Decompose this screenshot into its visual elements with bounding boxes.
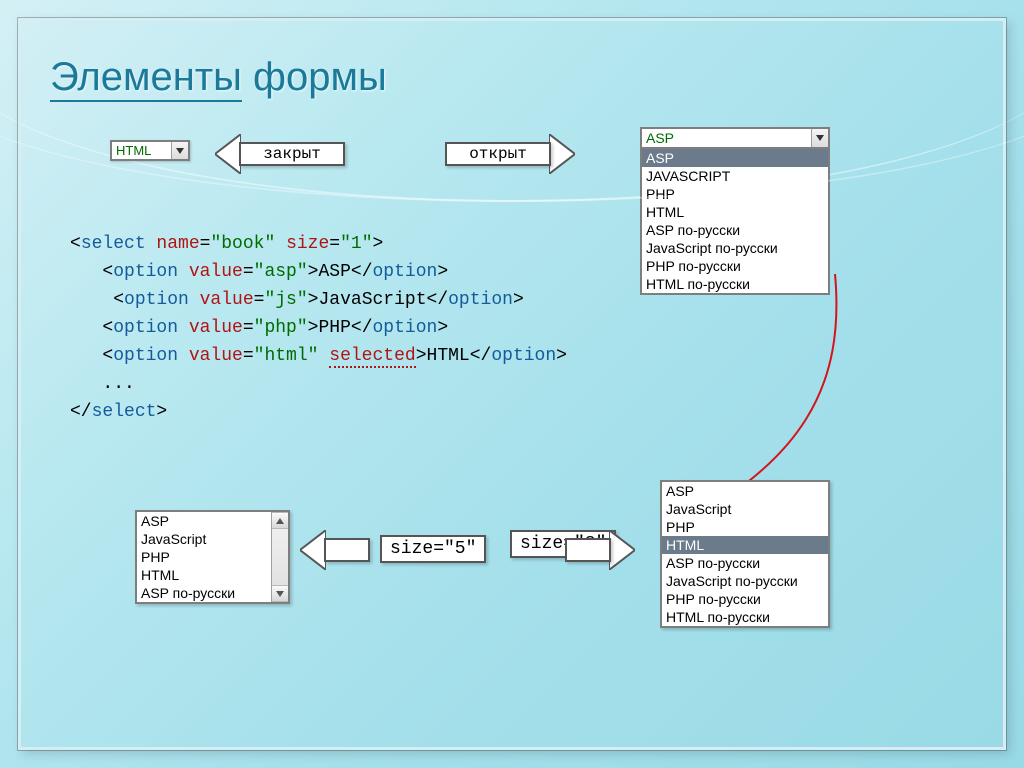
- arrow-size5: [300, 530, 370, 570]
- open-dropdown-head[interactable]: ASP: [640, 127, 830, 149]
- list-item[interactable]: ASP: [662, 482, 828, 500]
- scroll-up-icon[interactable]: [272, 512, 288, 529]
- title-word-1: Элементы: [50, 55, 242, 102]
- list-item[interactable]: HTML: [137, 566, 271, 584]
- list-item[interactable]: HTML: [642, 203, 828, 221]
- list-item[interactable]: JavaScript по-русски: [642, 239, 828, 257]
- list-item[interactable]: HTML по-русски: [662, 608, 828, 626]
- list-item[interactable]: ASP по-русски: [137, 584, 271, 602]
- list-item[interactable]: JavaScript: [662, 500, 828, 518]
- size5-label: size="5": [380, 535, 486, 563]
- list-item[interactable]: JavaScript по-русски: [662, 572, 828, 590]
- list-item[interactable]: HTML по-русски: [642, 275, 828, 293]
- arrow-open: открыт: [445, 134, 575, 174]
- arrow-open-label: открыт: [469, 145, 527, 163]
- open-dropdown-list[interactable]: ASP JAVASCRIPT PHP HTML ASP по-русски Ja…: [640, 149, 830, 295]
- list-item[interactable]: PHP: [662, 518, 828, 536]
- listbox-size8[interactable]: ASP JavaScript PHP HTML ASP по-русски Ja…: [660, 480, 830, 628]
- listbox-size5[interactable]: ASP JavaScript PHP HTML ASP по-русски: [135, 510, 290, 604]
- scroll-down-icon[interactable]: [272, 585, 288, 602]
- list-item[interactable]: JavaScript: [137, 530, 271, 548]
- arrow-closed: закрыт: [215, 134, 345, 174]
- closed-dropdown[interactable]: HTML: [110, 140, 190, 161]
- chevron-down-icon[interactable]: [811, 129, 828, 147]
- title-word-2: формы: [253, 55, 387, 99]
- list-item[interactable]: ASP по-русски: [662, 554, 828, 572]
- list-item[interactable]: ASP: [137, 512, 271, 530]
- code-block: <select name="book" size="1"> <option va…: [70, 230, 567, 426]
- arrow-closed-label: закрыт: [263, 145, 321, 163]
- list-item[interactable]: ASP: [642, 149, 828, 167]
- list-item[interactable]: PHP: [137, 548, 271, 566]
- list-item[interactable]: PHP: [642, 185, 828, 203]
- list-item[interactable]: PHP по-русски: [662, 590, 828, 608]
- list-item[interactable]: PHP по-русски: [642, 257, 828, 275]
- chevron-down-icon[interactable]: [171, 142, 188, 159]
- slide-title: Элементы формы: [50, 55, 387, 100]
- scrollbar[interactable]: [271, 512, 288, 602]
- open-dropdown[interactable]: ASP ASP JAVASCRIPT PHP HTML ASP по-русск…: [640, 127, 830, 295]
- list-item[interactable]: ASP по-русски: [642, 221, 828, 239]
- closed-dropdown-value: HTML: [112, 142, 171, 159]
- list-item[interactable]: JAVASCRIPT: [642, 167, 828, 185]
- open-dropdown-value: ASP: [642, 129, 811, 147]
- list-item[interactable]: HTML: [662, 536, 828, 554]
